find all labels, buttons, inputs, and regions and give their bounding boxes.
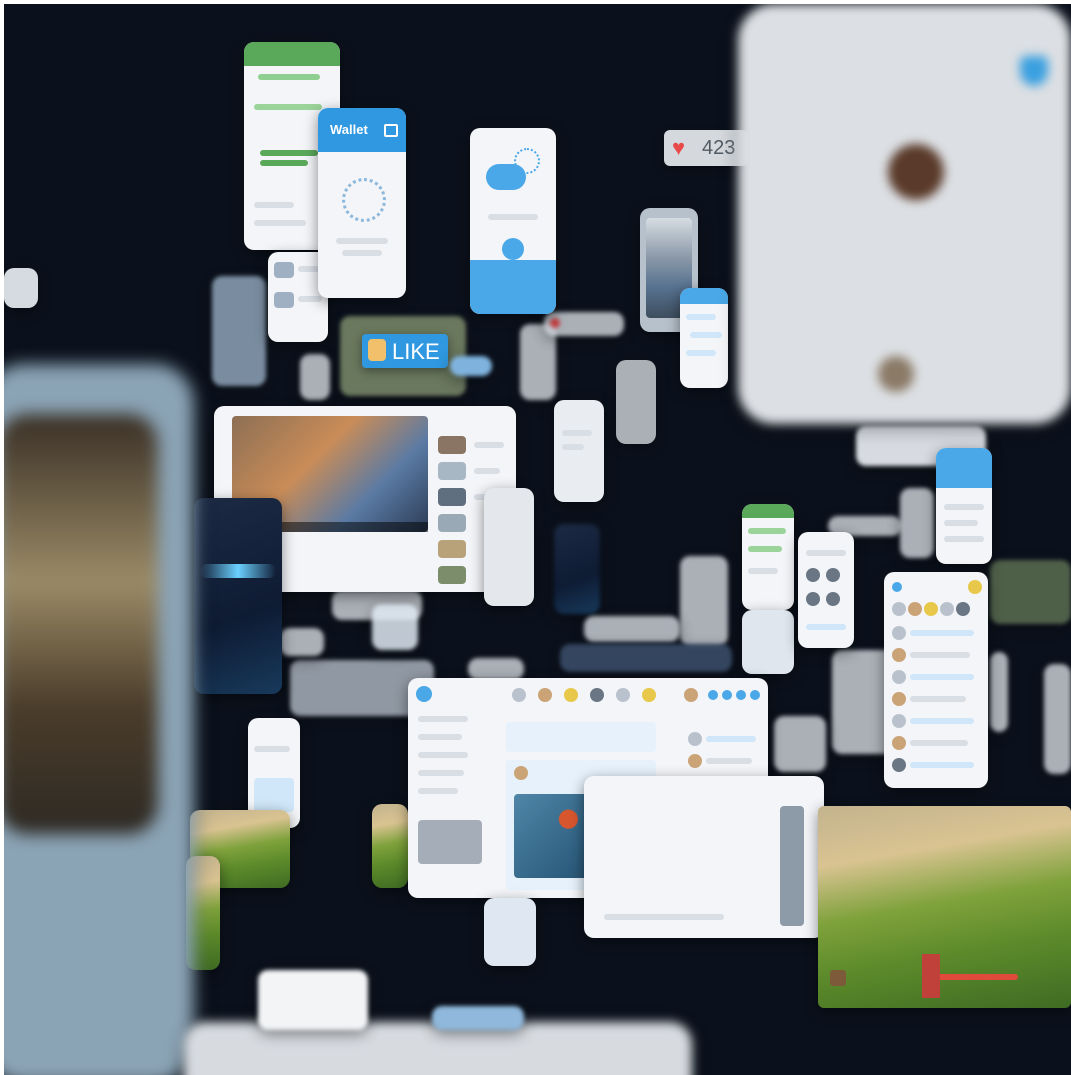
- payment-card: [936, 448, 992, 564]
- floating-app-collage: Wallet ♥ 423 LIKE: [4, 4, 1071, 1075]
- chat-phone-card: [742, 504, 794, 610]
- messenger-header: [680, 288, 728, 304]
- thumbnail[interactable]: [438, 566, 466, 584]
- nav-sidebar: [418, 716, 498, 886]
- app-tile: [300, 354, 330, 400]
- app-tile: [774, 716, 826, 772]
- app-tile: [468, 658, 524, 680]
- heart-icon: [550, 318, 560, 328]
- info-icon: [892, 582, 902, 592]
- app-tile: [372, 604, 418, 650]
- wallet-card: Wallet: [318, 108, 406, 298]
- avatar: [878, 356, 914, 392]
- weather-button[interactable]: [502, 238, 524, 260]
- app-tile: [484, 488, 534, 606]
- thumbnail[interactable]: [438, 540, 466, 558]
- info-icon[interactable]: [416, 686, 432, 702]
- heart-icon: ♥: [672, 135, 686, 160]
- heart-count: 423: [702, 137, 736, 159]
- header-actions[interactable]: [708, 690, 760, 700]
- light-streak: [200, 564, 276, 578]
- app-tile: [990, 560, 1071, 624]
- game-card-scifi: [194, 498, 282, 694]
- app-tile: [584, 616, 680, 642]
- app-tile: [4, 268, 38, 308]
- contacts-card: [884, 572, 988, 788]
- thumbnail[interactable]: [438, 436, 466, 454]
- app-tile: [258, 970, 368, 1030]
- weather-footer: [470, 260, 556, 314]
- foreground-card-top-right: [738, 4, 1071, 424]
- sun-icon: [514, 148, 540, 174]
- game-thumb: [372, 804, 408, 888]
- app-tile: [560, 644, 732, 672]
- heart-counter: ♥ 423: [664, 130, 748, 166]
- app-tile: [616, 360, 656, 444]
- thumbnail[interactable]: [438, 514, 466, 532]
- app-tile: [554, 524, 600, 614]
- game-card-fantasy: [818, 806, 1071, 1008]
- app-tile: [484, 898, 536, 966]
- wallet-title: Wallet: [330, 122, 368, 137]
- thumbnail[interactable]: [438, 488, 466, 506]
- shield-icon: [1020, 56, 1048, 86]
- app-tile: [990, 652, 1008, 732]
- app-tile: [544, 312, 624, 336]
- post-composer[interactable]: [506, 722, 656, 752]
- app-tile: [742, 610, 794, 674]
- fingerprint-icon: [342, 178, 386, 222]
- messenger-card: [680, 288, 728, 388]
- chat-panel-card: [584, 776, 824, 938]
- app-grid-card: [798, 532, 854, 648]
- payment-header: [936, 448, 992, 488]
- app-tile: [1044, 664, 1071, 774]
- foreground-card-bottom: [184, 1022, 692, 1075]
- like-badge[interactable]: LIKE: [362, 334, 448, 368]
- chat-header: [742, 504, 794, 518]
- hud-bar: [928, 974, 1018, 980]
- wallet-icon: [384, 124, 398, 137]
- app-tile: [212, 276, 266, 386]
- thumbs-up-icon: [368, 339, 386, 361]
- app-tile: [554, 400, 604, 502]
- thumbnail[interactable]: [438, 462, 466, 480]
- avatar: [888, 144, 944, 200]
- app-tile: [680, 556, 728, 646]
- character: [922, 954, 940, 998]
- app-tile: [432, 1006, 524, 1030]
- foreground-phone: [4, 364, 194, 1075]
- weather-app-card: [470, 128, 556, 314]
- like-label: LIKE: [392, 339, 440, 364]
- chat-header: [244, 42, 340, 66]
- app-tile: [450, 356, 492, 376]
- app-tile: [280, 628, 324, 656]
- player-portrait: [830, 970, 846, 986]
- app-tile: [900, 488, 934, 558]
